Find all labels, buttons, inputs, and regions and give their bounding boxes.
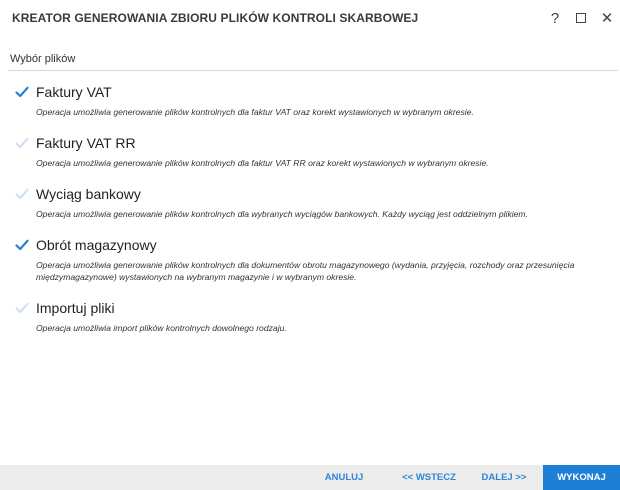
option-description: Operacja umożliwia generowanie plików ko… <box>36 260 575 282</box>
option-row[interactable]: Faktury VAT <box>14 84 614 100</box>
back-button[interactable]: << WSTECZ <box>394 465 464 490</box>
option-description: Operacja umożliwia generowanie plików ko… <box>36 209 528 219</box>
option-description: Operacja umożliwia import plików kontrol… <box>36 323 287 333</box>
option-label: Faktury VAT <box>36 84 112 100</box>
option-faktury-vat: Faktury VAT Operacja umożliwia generowan… <box>14 84 614 118</box>
next-button[interactable]: DALEJ >> <box>474 465 534 490</box>
checkmark-icon[interactable] <box>14 84 30 100</box>
footer-bar: ANULUJ << WSTECZ DALEJ >> WYKONAJ <box>0 465 620 490</box>
option-obrot-magazynowy: Obrót magazynowy Operacja umożliwia gene… <box>14 237 614 283</box>
checkmark-icon[interactable] <box>14 300 30 316</box>
section-label: Wybór plików <box>10 53 76 65</box>
title-bar: KREATOR GENEROWANIA ZBIORU PLIKÓW KONTRO… <box>0 0 620 36</box>
option-row[interactable]: Obrót magazynowy <box>14 237 614 253</box>
option-faktury-vat-rr: Faktury VAT RR Operacja umożliwia genero… <box>14 135 614 169</box>
option-label: Importuj pliki <box>36 300 115 316</box>
option-row[interactable]: Wyciąg bankowy <box>14 186 614 202</box>
checkmark-icon[interactable] <box>14 186 30 202</box>
option-importuj-pliki: Importuj pliki Operacja umożliwia import… <box>14 300 614 334</box>
option-row[interactable]: Importuj pliki <box>14 300 614 316</box>
checkmark-icon[interactable] <box>14 135 30 151</box>
option-description: Operacja umożliwia generowanie plików ko… <box>36 158 489 168</box>
cancel-button[interactable]: ANULUJ <box>312 465 376 490</box>
maximize-icon[interactable] <box>568 0 594 36</box>
help-icon[interactable]: ? <box>542 0 568 36</box>
window-title: KREATOR GENEROWANIA ZBIORU PLIKÓW KONTRO… <box>12 11 419 25</box>
option-row[interactable]: Faktury VAT RR <box>14 135 614 151</box>
option-label: Obrót magazynowy <box>36 237 157 253</box>
option-description: Operacja umożliwia generowanie plików ko… <box>36 107 474 117</box>
option-label: Wyciąg bankowy <box>36 186 141 202</box>
option-label: Faktury VAT RR <box>36 135 136 151</box>
section-divider <box>8 70 618 71</box>
checkmark-icon[interactable] <box>14 237 30 253</box>
option-wyciag-bankowy: Wyciąg bankowy Operacja umożliwia genero… <box>14 186 614 220</box>
close-icon[interactable]: ✕ <box>594 0 620 36</box>
window-controls: ? ✕ <box>542 0 620 36</box>
execute-button[interactable]: WYKONAJ <box>543 465 620 490</box>
